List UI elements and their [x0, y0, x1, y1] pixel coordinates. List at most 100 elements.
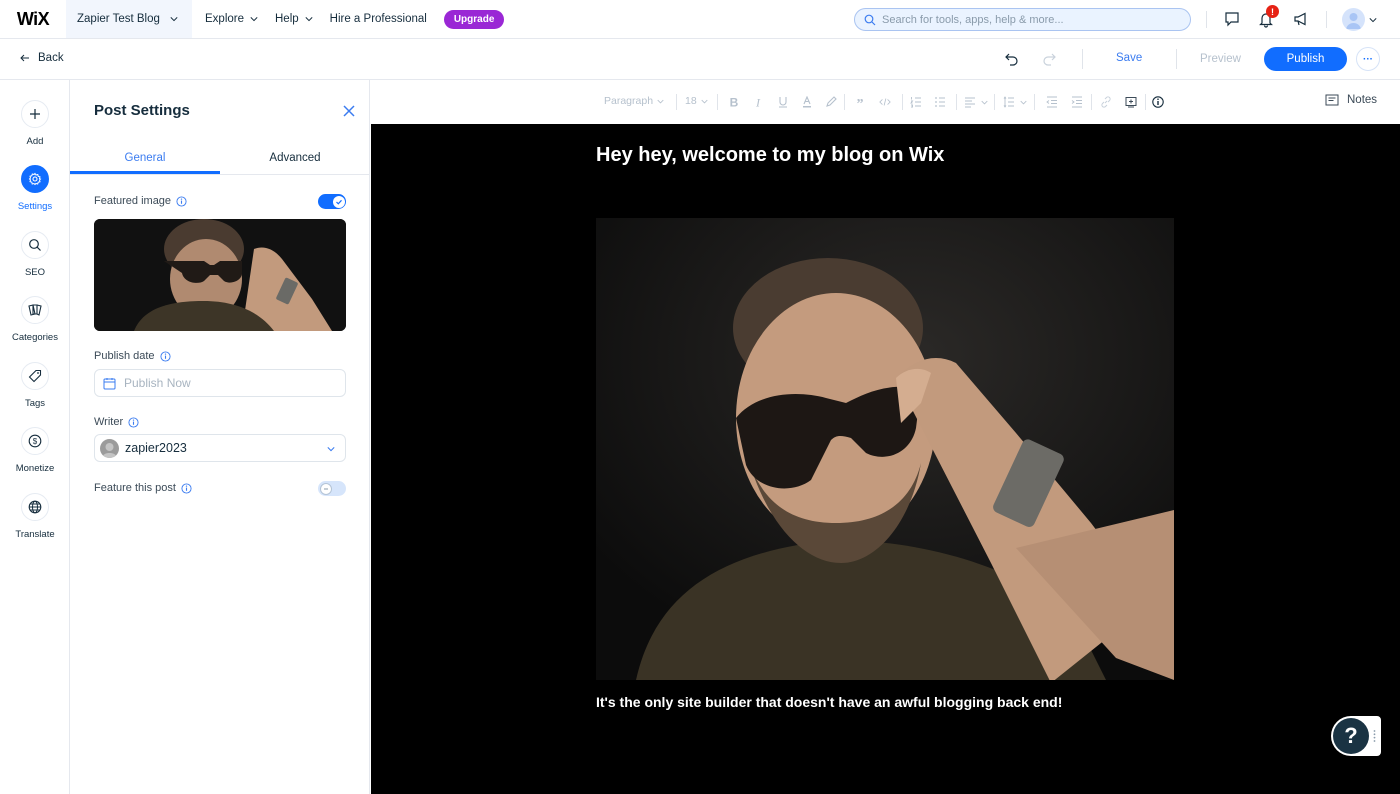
decrease-indent-icon[interactable] — [1046, 96, 1058, 108]
post-title[interactable]: Hey hey, welcome to my blog on Wix — [596, 144, 944, 167]
svg-text:I: I — [755, 96, 761, 108]
megaphone-icon[interactable] — [1292, 10, 1310, 28]
writer-value: zapier2023 — [125, 441, 187, 455]
code-icon[interactable] — [879, 96, 891, 108]
top-bar: WiX Zapier Test Blog Explore Help Hire a… — [0, 0, 1400, 39]
info-icon[interactable] — [128, 416, 139, 428]
back-label: Back — [38, 52, 64, 64]
user-avatar[interactable] — [1342, 8, 1365, 31]
quote-icon[interactable]: ” — [854, 96, 866, 108]
chevron-down-icon — [657, 99, 664, 104]
chat-icon[interactable] — [1223, 10, 1241, 28]
preview-button[interactable]: Preview — [1200, 53, 1241, 65]
rail-item-translate[interactable]: Translate — [0, 493, 70, 540]
line-spacing-icon[interactable] — [1003, 96, 1015, 108]
notes-icon — [1325, 94, 1339, 106]
publish-button[interactable]: Publish — [1264, 47, 1347, 71]
numbered-list-icon[interactable] — [910, 96, 922, 108]
plus-icon — [30, 109, 40, 119]
italic-icon[interactable]: I — [752, 96, 764, 108]
undo-icon[interactable] — [1004, 51, 1020, 67]
chevron-down-icon[interactable] — [981, 99, 988, 106]
post-body-text[interactable]: It's the only site builder that doesn't … — [596, 694, 1062, 710]
divider — [1091, 94, 1092, 110]
info-icon[interactable] — [160, 350, 171, 362]
rail-item-add[interactable]: Add — [0, 100, 70, 147]
divider — [1206, 11, 1207, 28]
rail-item-seo[interactable]: SEO — [0, 231, 70, 278]
add-media-icon[interactable] — [1125, 96, 1137, 108]
wix-logo[interactable]: WiX — [0, 0, 66, 39]
bold-icon[interactable]: B — [728, 96, 740, 108]
rail-item-monetize[interactable]: $ Monetize — [0, 427, 70, 474]
rail-item-tags[interactable]: Tags — [0, 362, 70, 409]
highlight-icon[interactable] — [825, 96, 837, 108]
rail-label: Settings — [17, 201, 53, 212]
chevron-down-icon[interactable] — [1020, 99, 1027, 106]
divider — [902, 94, 903, 110]
divider — [717, 94, 718, 110]
nav-hire-label: Hire a Professional — [329, 13, 427, 25]
globe-icon — [28, 500, 42, 514]
site-switcher[interactable]: Zapier Test Blog — [66, 0, 192, 38]
rail-item-categories[interactable]: Categories — [0, 296, 70, 343]
check-icon — [335, 199, 342, 205]
gear-icon — [28, 172, 42, 186]
tab-general[interactable]: General — [70, 142, 220, 174]
search-icon — [864, 14, 876, 25]
publish-date-field[interactable]: Publish Now — [94, 369, 346, 397]
notes-button[interactable]: Notes — [1325, 94, 1377, 106]
writer-select[interactable]: zapier2023 — [94, 434, 346, 462]
redo-icon[interactable] — [1041, 51, 1057, 67]
save-button[interactable]: Save — [1116, 52, 1142, 64]
info-icon[interactable] — [181, 482, 192, 494]
search-input[interactable] — [882, 13, 1182, 26]
feature-post-toggle[interactable] — [318, 481, 346, 496]
rail-label: Translate — [15, 529, 55, 540]
featured-image-toggle[interactable] — [318, 194, 346, 209]
search-bar[interactable] — [854, 8, 1191, 31]
nav-help[interactable]: Help — [271, 13, 317, 25]
nav-help-label: Help — [275, 13, 299, 25]
bulleted-list-icon[interactable] — [934, 96, 946, 108]
paragraph-style-dropdown[interactable]: Paragraph — [604, 95, 664, 107]
chevron-down-icon — [327, 447, 335, 452]
text-color-icon[interactable] — [801, 96, 813, 108]
chevron-down-icon — [250, 17, 258, 22]
publish-date-placeholder: Publish Now — [124, 376, 191, 390]
close-icon[interactable] — [342, 104, 356, 118]
post-settings-panel: Post Settings General Advanced Featured … — [70, 80, 370, 794]
divider — [844, 94, 845, 110]
chevron-down-icon[interactable] — [1369, 16, 1377, 24]
more-actions-button[interactable]: ··· — [1356, 47, 1380, 71]
formatting-toolbar: Paragraph 18 B I ” Notes — [371, 80, 1400, 124]
post-image[interactable] — [596, 218, 1174, 680]
align-icon[interactable] — [964, 96, 976, 108]
rail-label: Categories — [12, 332, 58, 343]
rail-item-settings[interactable]: Settings — [0, 165, 70, 212]
increase-indent-icon[interactable] — [1071, 96, 1083, 108]
help-icon: ? — [1333, 718, 1369, 754]
font-size-dropdown[interactable]: 18 — [685, 95, 708, 107]
nav-hire-professional[interactable]: Hire a Professional — [326, 13, 431, 25]
chevron-down-icon — [305, 17, 313, 22]
divider — [1145, 94, 1146, 110]
svg-text:”: ” — [857, 97, 864, 108]
tab-advanced[interactable]: Advanced — [220, 142, 370, 174]
back-button[interactable]: Back — [20, 52, 64, 64]
nav-explore[interactable]: Explore — [201, 13, 262, 25]
divider — [1034, 94, 1035, 110]
panel-tabs: General Advanced — [70, 142, 370, 175]
divider — [956, 94, 957, 110]
info-icon[interactable] — [176, 195, 187, 207]
help-button[interactable]: ? — [1331, 716, 1381, 756]
search-icon — [29, 239, 41, 251]
underline-icon[interactable] — [777, 96, 789, 108]
info-icon[interactable] — [1152, 96, 1164, 108]
link-icon[interactable] — [1100, 96, 1112, 108]
drag-handle-icon[interactable] — [1373, 729, 1376, 743]
featured-image-label: Featured image — [94, 195, 187, 207]
upgrade-button[interactable]: Upgrade — [443, 9, 505, 29]
arrow-left-icon — [20, 54, 29, 62]
featured-image-thumbnail[interactable] — [94, 219, 346, 331]
